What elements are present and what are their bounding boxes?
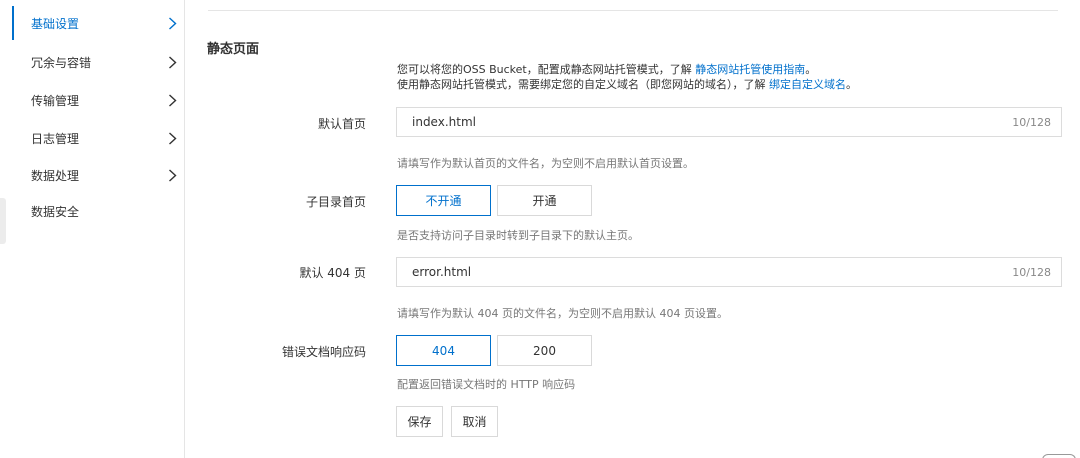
sidebar-item-basic-settings[interactable]: 基础设置 xyxy=(12,6,185,40)
index-page-label: 默认首页 xyxy=(317,117,366,131)
error-code-hint: 配置返回错误文档时的 HTTP 响应码 xyxy=(397,378,576,391)
error-page-value: error.html xyxy=(412,265,472,279)
sidebar-item-data-processing[interactable]: 数据处理 xyxy=(12,158,185,192)
chevron-right-icon xyxy=(159,45,185,79)
index-page-counter: 10/128 xyxy=(1012,115,1051,129)
error-page-counter: 10/128 xyxy=(1012,265,1051,279)
sidebar-item-label: 基础设置 xyxy=(31,16,80,31)
chevron-right-icon xyxy=(159,83,185,117)
index-page-hint: 请填写作为默认首页的文件名，为空则不启用默认首页设置。 xyxy=(397,157,694,170)
chevron-right-icon xyxy=(159,121,185,155)
intro-text: 您可以将您的OSS Bucket，配置成静态网站托管模式，了解 xyxy=(397,63,696,76)
sidebar-item-label: 数据安全 xyxy=(31,204,80,219)
error-code-label: 错误文档响应码 xyxy=(281,345,366,359)
subdir-index-on-option[interactable]: 开通 xyxy=(497,185,592,216)
intro-text-end: 。 xyxy=(846,78,857,91)
chevron-right-icon xyxy=(159,158,185,192)
section-intro: 您可以将您的OSS Bucket，配置成静态网站托管模式，了解 静态网站托管使用… xyxy=(397,62,857,92)
error-page-hint: 请填写作为默认 404 页的文件名，为空则不启用默认 404 页设置。 xyxy=(397,307,728,320)
section-title: 静态页面 xyxy=(207,42,260,57)
sidebar-item-label: 数据处理 xyxy=(31,168,80,183)
error-page-label: 默认 404 页 xyxy=(299,266,366,280)
corner-widget[interactable] xyxy=(1042,454,1076,458)
divider xyxy=(208,10,1058,11)
save-button[interactable]: 保存 xyxy=(396,406,443,437)
intro-line-2: 使用静态网站托管模式，需要绑定您的自定义域名（即您网站的域名），了解 绑定自定义… xyxy=(397,77,857,92)
sidebar-item-logs[interactable]: 日志管理 xyxy=(12,121,185,155)
intro-text: 使用静态网站托管模式，需要绑定您的自定义域名（即您网站的域名），了解 xyxy=(397,78,769,91)
subdir-index-off-option[interactable]: 不开通 xyxy=(396,185,491,216)
sidebar-item-label: 冗余与容错 xyxy=(31,55,92,70)
collapse-handle[interactable] xyxy=(0,198,6,244)
index-page-input[interactable]: index.html 10/128 xyxy=(396,107,1062,137)
subdir-index-label: 子目录首页 xyxy=(305,195,366,209)
sidebar-item-label: 传输管理 xyxy=(31,93,80,108)
main-content: 静态页面 您可以将您的OSS Bucket，配置成静态网站托管模式，了解 静态网… xyxy=(186,0,1080,458)
intro-line-1: 您可以将您的OSS Bucket，配置成静态网站托管模式，了解 静态网站托管使用… xyxy=(397,62,857,77)
cancel-button[interactable]: 取消 xyxy=(451,406,498,437)
sidebar-item-data-security[interactable]: 数据安全 xyxy=(12,194,185,228)
sidebar: 基础设置 冗余与容错 传输管理 日志管理 数据处理 数据安全 xyxy=(0,0,185,458)
error-page-input[interactable]: error.html 10/128 xyxy=(396,257,1062,287)
bind-domain-link[interactable]: 绑定自定义域名 xyxy=(769,78,846,91)
intro-text-end: 。 xyxy=(805,63,817,76)
subdir-index-hint: 是否支持访问子目录时转到子目录下的默认主页。 xyxy=(397,229,639,242)
index-page-value: index.html xyxy=(412,115,476,129)
error-code-404-option[interactable]: 404 xyxy=(396,335,491,366)
error-code-200-option[interactable]: 200 xyxy=(497,335,592,366)
sidebar-item-label: 日志管理 xyxy=(31,131,80,146)
chevron-right-icon xyxy=(159,6,185,40)
sidebar-item-transfer[interactable]: 传输管理 xyxy=(12,83,185,117)
static-hosting-guide-link[interactable]: 静态网站托管使用指南 xyxy=(695,63,805,76)
sidebar-item-redundancy[interactable]: 冗余与容错 xyxy=(12,45,185,79)
